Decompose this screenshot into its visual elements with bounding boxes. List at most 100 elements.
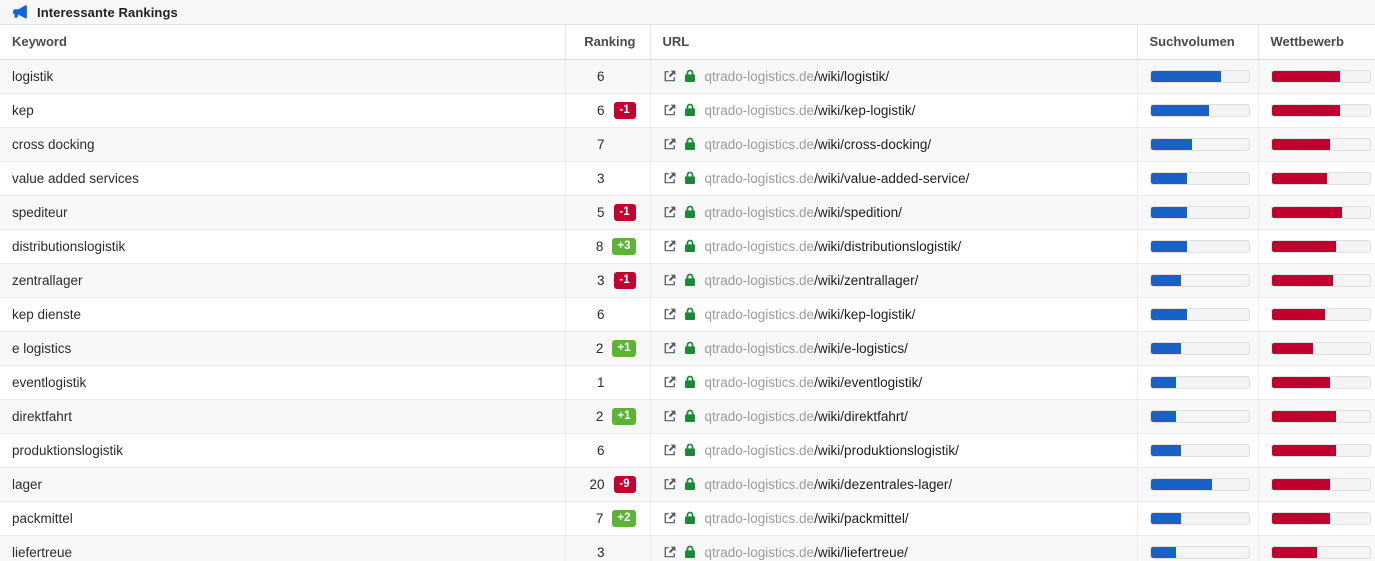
column-header-wettbewerb[interactable]: Wettbewerb (1258, 25, 1375, 60)
table-row[interactable]: eventlogistik 1 qtrado-logistics.de/wiki/e… (0, 365, 1375, 400)
suchvolumen-bar-fill (1150, 138, 1192, 150)
suchvolumen-bar-track (1149, 443, 1250, 457)
url-path: /wiki/cross-docking/ (814, 136, 932, 152)
table-row[interactable]: cross docking 7 qtrado-logistics.de/wiki/c… (0, 127, 1375, 162)
lock-icon (684, 239, 696, 253)
keyword-text: logistik (12, 68, 54, 84)
wettbewerb-bar-track (1270, 545, 1371, 559)
cell-wettbewerb (1258, 331, 1375, 366)
url-domain: qtrado-logistics.de (704, 136, 815, 152)
ranking-change-badge: +3 (612, 237, 636, 255)
ranking-position: 3 (596, 170, 605, 186)
external-link-icon[interactable] (663, 511, 677, 525)
cell-wettbewerb (1258, 365, 1375, 400)
url-link[interactable]: qtrado-logistics.de/wiki/produktionslogi… (705, 443, 959, 458)
column-header-keyword[interactable]: Keyword (0, 25, 566, 60)
table-row[interactable]: kep dienste 6 qtrado-logistics.de/wiki/kep… (0, 297, 1375, 332)
table-row[interactable]: lager 20 -9 qtrado-logistics.de/wiki/dezent… (0, 467, 1375, 502)
url-link[interactable]: qtrado-logistics.de/wiki/e-logistics/ (705, 341, 908, 356)
external-link-icon[interactable] (663, 273, 677, 287)
cell-ranking: 7 +2 (565, 501, 651, 536)
table-row[interactable]: spediteur 5 -1 qtrado-logistics.de/wiki/spe… (0, 195, 1375, 230)
cell-url: qtrado-logistics.de/wiki/liefertreue/ (650, 535, 1138, 561)
url-link[interactable]: qtrado-logistics.de/wiki/cross-docking/ (705, 137, 932, 152)
external-link-icon[interactable] (663, 477, 677, 491)
table-row[interactable]: distributionslogistik 8 +3 qtrado-logistics… (0, 229, 1375, 264)
external-link-icon[interactable] (663, 545, 677, 559)
url-link[interactable]: qtrado-logistics.de/wiki/zentrallager/ (705, 273, 919, 288)
table-row[interactable]: direktfahrt 2 +1 qtrado-logistics.de/wiki/d… (0, 399, 1375, 434)
url-link[interactable]: qtrado-logistics.de/wiki/eventlogistik/ (705, 375, 923, 390)
external-link-icon[interactable] (663, 137, 677, 151)
external-link-icon[interactable] (663, 239, 677, 253)
suchvolumen-bar-fill (1150, 70, 1222, 82)
url-link[interactable]: qtrado-logistics.de/wiki/distributionslo… (705, 239, 962, 254)
table-row[interactable]: packmittel 7 +2 qtrado-logistics.de/wiki/pa… (0, 501, 1375, 536)
external-link-icon[interactable] (663, 443, 677, 457)
external-link-icon[interactable] (663, 409, 677, 423)
external-link-icon[interactable] (663, 341, 677, 355)
cell-url: qtrado-logistics.de/wiki/kep-logistik/ (650, 297, 1138, 332)
cell-url: qtrado-logistics.de/wiki/dezentrales-lag… (650, 467, 1138, 502)
ranking-position: 7 (595, 510, 604, 526)
url-domain: qtrado-logistics.de (704, 238, 815, 254)
column-header-url[interactable]: URL (650, 25, 1138, 60)
table-row[interactable]: value added services 3 qtrado-logistics.de… (0, 161, 1375, 196)
url-link[interactable]: qtrado-logistics.de/wiki/packmittel/ (705, 511, 909, 526)
url-domain: qtrado-logistics.de (704, 68, 815, 84)
url-path: /wiki/eventlogistik/ (814, 374, 923, 390)
url-path: /wiki/liefertreue/ (814, 544, 908, 560)
ranking-position: 3 (596, 544, 605, 560)
external-link-icon[interactable] (663, 171, 677, 185)
url-domain: qtrado-logistics.de (704, 544, 815, 560)
lock-icon (684, 171, 696, 185)
table-row[interactable]: produktionslogistik 6 qtrado-logistics.de/… (0, 433, 1375, 468)
table-row[interactable]: kep 6 -1 qtrado-logistics.de/wiki/kep-logis… (0, 93, 1375, 128)
url-wrapper: qtrado-logistics.de/wiki/packmittel/ (663, 502, 1125, 535)
keyword-text: lager (12, 476, 43, 492)
cell-suchvolumen (1137, 501, 1259, 536)
ranking-wrapper: 6 (578, 60, 638, 93)
url-link[interactable]: qtrado-logistics.de/wiki/dezentrales-lag… (705, 477, 953, 492)
ranking-change-badge: +1 (612, 407, 636, 425)
external-link-icon[interactable] (663, 375, 677, 389)
suchvolumen-bar-track (1149, 477, 1250, 491)
url-wrapper: qtrado-logistics.de/wiki/value-added-ser… (663, 162, 1125, 195)
url-link[interactable]: qtrado-logistics.de/wiki/direktfahrt/ (705, 409, 908, 424)
external-link-icon[interactable] (663, 307, 677, 321)
cell-keyword: produktionslogistik (0, 433, 566, 468)
external-link-icon[interactable] (663, 69, 677, 83)
ranking-wrapper: 2 +1 (578, 400, 638, 433)
url-link[interactable]: qtrado-logistics.de/wiki/kep-logistik/ (705, 103, 916, 118)
cell-url: qtrado-logistics.de/wiki/kep-logistik/ (650, 93, 1138, 128)
table-row[interactable]: logistik 6 qtrado-logistics.de/wiki/logist… (0, 59, 1375, 94)
column-header-ranking[interactable]: Ranking (565, 25, 651, 60)
external-link-icon[interactable] (663, 205, 677, 219)
cell-suchvolumen (1137, 331, 1259, 366)
keyword-text: cross docking (12, 136, 95, 152)
wettbewerb-bar-track (1270, 477, 1371, 491)
external-link-icon[interactable] (663, 103, 677, 117)
lock-icon (684, 69, 696, 83)
table-row[interactable]: e logistics 2 +1 qtrado-logistics.de/wiki/e… (0, 331, 1375, 366)
table-row[interactable]: zentrallager 3 -1 qtrado-logistics.de/wiki/… (0, 263, 1375, 298)
ranking-wrapper: 3 (578, 536, 638, 561)
url-link[interactable]: qtrado-logistics.de/wiki/kep-logistik/ (705, 307, 916, 322)
url-link[interactable]: qtrado-logistics.de/wiki/liefertreue/ (705, 545, 908, 560)
ranking-position: 6 (596, 68, 605, 84)
cell-keyword: kep (0, 93, 566, 128)
url-wrapper: qtrado-logistics.de/wiki/liefertreue/ (663, 536, 1125, 561)
url-path: /wiki/produktionslogistik/ (814, 442, 959, 458)
cell-keyword: kep dienste (0, 297, 566, 332)
url-domain: qtrado-logistics.de (704, 510, 815, 526)
url-link[interactable]: qtrado-logistics.de/wiki/spedition/ (705, 205, 902, 220)
ranking-position: 1 (596, 374, 605, 390)
url-link[interactable]: qtrado-logistics.de/wiki/value-added-ser… (705, 171, 970, 186)
cell-ranking: 6 (565, 297, 651, 332)
column-header-suchvolumen[interactable]: Suchvolumen (1137, 25, 1259, 60)
ranking-position: 6 (596, 306, 605, 322)
table-row[interactable]: liefertreue 3 qtrado-logistics.de/wiki/lie… (0, 535, 1375, 561)
suchvolumen-bar-track (1149, 103, 1250, 117)
ranking-change-badge: +2 (612, 509, 636, 527)
url-link[interactable]: qtrado-logistics.de/wiki/logistik/ (705, 69, 890, 84)
